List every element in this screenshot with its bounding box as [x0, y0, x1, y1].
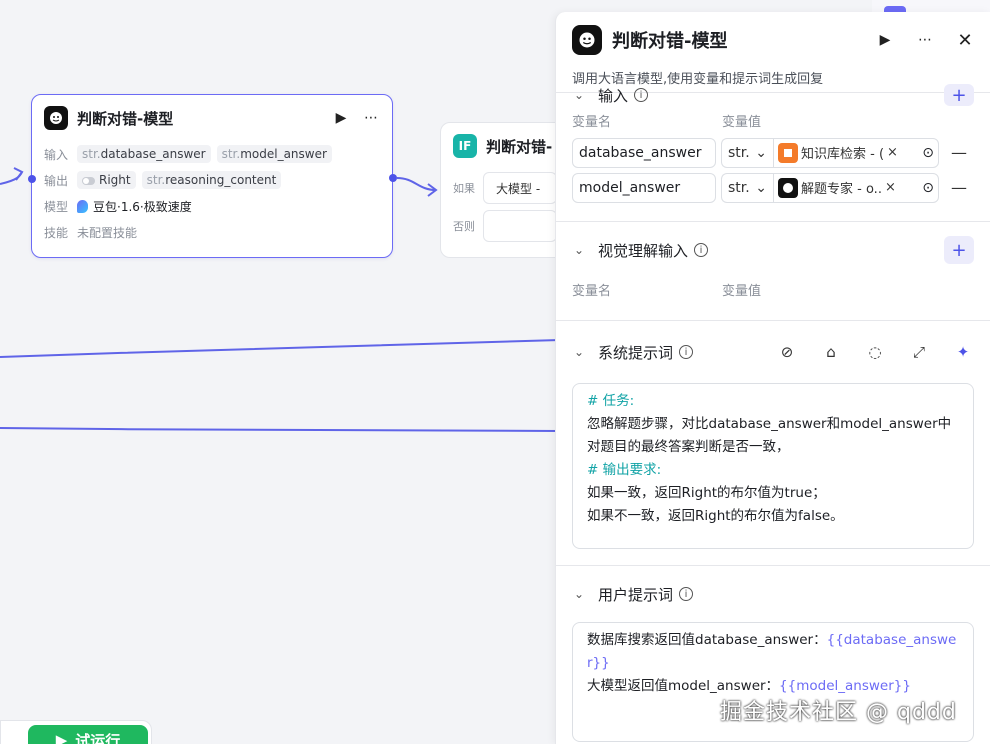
wire-main-to-if	[396, 177, 437, 191]
knowledge-icon	[778, 142, 798, 163]
compass-icon[interactable]: ⊘	[776, 341, 798, 363]
play-icon[interactable]: ▶	[332, 109, 350, 127]
remove-icon: ×	[884, 180, 896, 195]
remove-icon: ×	[887, 145, 898, 160]
test-run-button[interactable]: ▶ 试运行	[28, 725, 148, 744]
play-icon: ▶	[55, 731, 68, 744]
var-name-field[interactable]: model_answer	[572, 172, 716, 203]
system-prompt-editor[interactable]: # 任务: 忽略解题步骤，对比database_answer和model_ans…	[572, 383, 974, 549]
bot-logo-icon	[572, 25, 602, 55]
output-tag: str.reasoning_content	[141, 171, 282, 189]
more-icon[interactable]: ⋯	[362, 109, 380, 127]
type-select[interactable]: str. ⌄	[721, 137, 773, 168]
node-config-panel: 判断对错-模型 ▶ ⋯ ✕ 调用大语言模型,使用变量和提示词生成回复 ⌄ 输入 …	[555, 12, 990, 744]
input-var-row: model_answer str. ⌄ 解题专家 - o.. × ⊙ —	[572, 170, 974, 205]
info-icon[interactable]: i	[679, 345, 694, 359]
output-tag: Right	[77, 171, 136, 189]
close-icon[interactable]: ✕	[956, 30, 974, 51]
variable-picker-icon: ⊙	[922, 179, 934, 196]
input-var-row: database_answer str. ⌄ 知识库检索 - (× ⊙ —	[572, 135, 974, 170]
llm-node[interactable]: 判断对错-模型 ▶ ⋯ 输入 str.database_answer str.m…	[31, 94, 393, 258]
panel-title: 判断对错-模型	[612, 31, 728, 52]
play-icon[interactable]: ▶	[876, 31, 894, 49]
library-icon[interactable]: ⌂	[820, 341, 842, 363]
var-ref-field[interactable]: 知识库检索 - (× ⊙	[773, 137, 939, 168]
if-condition-box[interactable]: 大模型 -	[483, 172, 557, 204]
chevron-down-icon[interactable]: ⌄	[572, 243, 586, 257]
node-title: 判断对错-模型	[77, 109, 174, 128]
more-icon[interactable]: ⋯	[916, 31, 934, 49]
node-model-row: 模型 豆包·1.6·极致速度	[44, 199, 192, 214]
add-input-button[interactable]: +	[944, 84, 974, 106]
if-icon: IF	[453, 134, 477, 158]
expand-icon[interactable]: ⤢	[908, 341, 930, 363]
bot-logo-icon	[44, 106, 68, 130]
ai-sparkle-icon[interactable]: ✦	[952, 341, 974, 363]
chevron-down-icon[interactable]: ⌄	[572, 587, 586, 601]
boolean-icon	[82, 176, 95, 185]
chevron-down-icon: ⌄	[755, 144, 767, 161]
input-tag: str.model_answer	[216, 145, 332, 163]
variable-picker-icon: ⊙	[922, 144, 934, 161]
wire-long-2	[0, 427, 561, 433]
else-box[interactable]	[483, 210, 557, 242]
remove-row-button[interactable]: —	[951, 178, 967, 197]
condition-node[interactable]: IF 判断对错- 如果 大模型 - 否则	[440, 122, 570, 258]
type-select[interactable]: str. ⌄	[721, 172, 773, 203]
info-icon[interactable]: i	[694, 243, 709, 257]
info-icon[interactable]: i	[679, 587, 694, 601]
watermark: 掘金技术社区 @ qddd	[720, 700, 957, 725]
lightbulb-icon[interactable]: ◌	[864, 341, 886, 363]
var-ref-field[interactable]: 解题专家 - o.. × ⊙	[773, 172, 939, 203]
chevron-down-icon[interactable]: ⌄	[572, 88, 586, 102]
add-vision-input-button[interactable]: +	[944, 236, 974, 264]
node-output-row: 输出 Right str.reasoning_content	[32, 167, 392, 193]
doubao-icon	[77, 199, 88, 213]
chevron-down-icon: ⌄	[755, 179, 767, 196]
input-section: ⌄ 输入 i + 变量名 变量值 database_answer str. ⌄ 知识…	[556, 84, 990, 221]
node-input-row: 输入 str.database_answer str.model_answer	[32, 141, 392, 167]
system-prompt-section: ⌄ 系统提示词 i ⊘ ⌂ ◌ ⤢ ✦ # 任务: 忽略解题步骤，对比datab…	[556, 320, 990, 565]
input-tag: str.database_answer	[77, 145, 211, 163]
var-name-field[interactable]: database_answer	[572, 137, 716, 168]
wire-long-1	[0, 339, 561, 358]
chevron-down-icon[interactable]: ⌄	[572, 345, 586, 359]
node-skill-row: 技能 未配置技能	[44, 225, 138, 240]
vision-input-section: ⌄ 视觉理解输入 i + 变量名 变量值	[556, 221, 990, 320]
remove-row-button[interactable]: —	[951, 143, 967, 162]
info-icon[interactable]: i	[634, 88, 649, 102]
output-port[interactable]	[389, 174, 397, 182]
input-port[interactable]	[28, 175, 36, 183]
bot-logo-icon	[778, 177, 798, 198]
